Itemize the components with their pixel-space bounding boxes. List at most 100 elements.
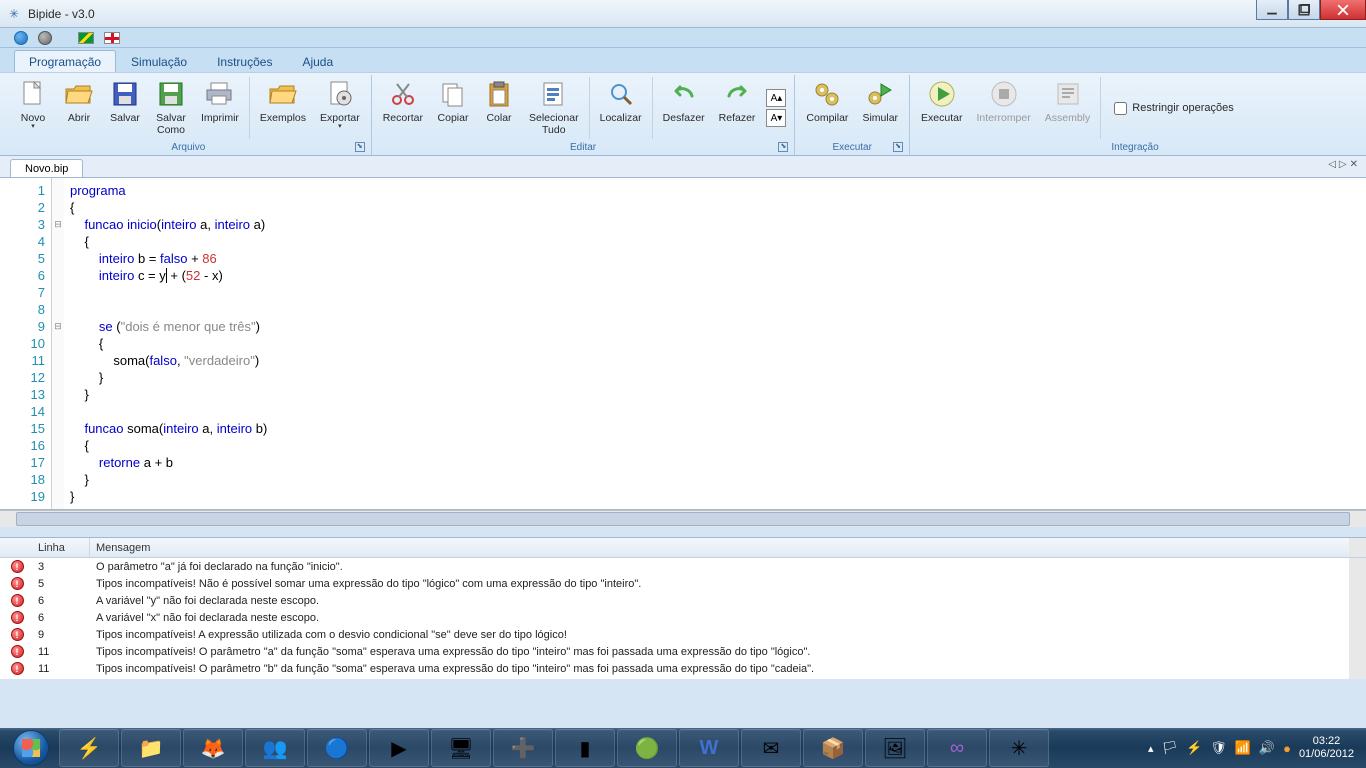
error-icon: ! xyxy=(11,577,24,590)
error-row[interactable]: !3O parâmetro "a" já foi declarado na fu… xyxy=(0,558,1349,575)
editor-hscroll[interactable] xyxy=(0,510,1366,527)
code-editor[interactable]: 12345678910111213141516171819 ⊟⊟ program… xyxy=(0,178,1366,510)
radio-blue-icon[interactable] xyxy=(14,31,28,45)
taskbar-bipide[interactable]: ✳ xyxy=(989,729,1049,767)
taskbar-cmd[interactable]: ▮ xyxy=(555,729,615,767)
ribbon-tab-instruções[interactable]: Instruções xyxy=(202,50,287,72)
taskbar-media[interactable]: ▶ xyxy=(369,729,429,767)
tray-shield-icon[interactable]: 🛡 xyxy=(1210,740,1227,756)
exportar-button[interactable]: Exportar▾ xyxy=(313,75,367,141)
font-increase-button[interactable]: A▴ xyxy=(766,89,786,107)
tab-close-icon[interactable]: ✕ xyxy=(1350,159,1358,170)
ribbon-tab-simulação[interactable]: Simulação xyxy=(116,50,202,72)
error-row[interactable]: !6A variável "y" não foi declarada neste… xyxy=(0,592,1349,609)
taskbar-utorrent[interactable]: 🟢 xyxy=(617,729,677,767)
tab-next-icon[interactable]: ▷ xyxy=(1339,159,1347,170)
error-vscroll-track[interactable] xyxy=(1349,558,1366,679)
tab-prev-icon[interactable]: ◁ xyxy=(1328,159,1336,170)
tray-app-icon[interactable]: ● xyxy=(1283,741,1291,756)
tray-power-icon[interactable]: ⚡ xyxy=(1186,740,1202,756)
selecionar-tudo-button[interactable]: Selecionar Tudo xyxy=(522,75,586,141)
error-row[interactable]: !11Tipos incompatíveis! O parâmetro "a" … xyxy=(0,643,1349,660)
taskbar-firefox[interactable]: 🦊 xyxy=(183,729,243,767)
generic-app-icon: 📦 xyxy=(821,736,846,761)
close-button[interactable] xyxy=(1320,0,1366,20)
chrome-icon: 🔵 xyxy=(325,736,350,761)
ribbon-tab-programação[interactable]: Programação xyxy=(14,50,116,72)
taskbar-vs[interactable]: ∞ xyxy=(927,729,987,767)
tray-flag-icon[interactable]: 🏳 xyxy=(1161,740,1178,756)
novo-button[interactable]: Novo▾ xyxy=(10,75,56,141)
taskbar-app-7[interactable]: 🖥 xyxy=(431,729,491,767)
firefox-icon: 🦊 xyxy=(201,736,226,761)
font-decrease-button[interactable]: A▾ xyxy=(766,109,786,127)
col-mensagem[interactable]: Mensagem xyxy=(90,538,1349,557)
executar-button[interactable]: Executar xyxy=(914,75,969,141)
refazer-button[interactable]: Refazer xyxy=(712,75,763,141)
interromper-button[interactable]: Interromper xyxy=(969,75,1037,141)
stop-icon xyxy=(988,78,1020,110)
tray-expand-icon[interactable]: ▴ xyxy=(1148,742,1154,755)
flag-uk-icon[interactable] xyxy=(104,32,120,44)
error-icon: ! xyxy=(11,560,24,573)
desfazer-button[interactable]: Desfazer xyxy=(656,75,712,141)
taskbar-app-13[interactable]: 📦 xyxy=(803,729,863,767)
taskbar-app-8[interactable]: ➕ xyxy=(493,729,553,767)
simular-button[interactable]: Simular xyxy=(855,75,905,141)
error-row[interactable]: !11Tipos incompatíveis! O parâmetro "b" … xyxy=(0,660,1349,677)
group-editar: Recortar Copiar Colar Selecionar Tudo Lo… xyxy=(372,75,796,155)
minimize-button[interactable] xyxy=(1256,0,1288,20)
colar-button[interactable]: Colar xyxy=(476,75,522,141)
group-arquivo: Novo▾ Abrir Salvar Salvar Como Imprimir … xyxy=(6,75,372,155)
code-area[interactable]: programa{ funcao inicio(inteiro a, intei… xyxy=(64,178,1366,509)
folder-icon xyxy=(267,78,299,110)
paste-icon xyxy=(483,78,515,110)
visualstudio-icon: ∞ xyxy=(950,737,964,760)
tray-network-icon[interactable]: 📶 xyxy=(1235,740,1251,756)
flag-br-icon[interactable] xyxy=(78,32,94,44)
radio-grey-icon[interactable] xyxy=(38,31,52,45)
gears-icon xyxy=(811,78,843,110)
tray-volume-icon[interactable]: 🔊 xyxy=(1259,740,1275,756)
salvar-button[interactable]: Salvar xyxy=(102,75,148,141)
thunderbird-icon: ✉ xyxy=(763,736,780,761)
undo-icon xyxy=(668,78,700,110)
cut-icon xyxy=(387,78,419,110)
maximize-button[interactable] xyxy=(1288,0,1320,20)
error-row[interactable]: !6A variável "x" não foi declarada neste… xyxy=(0,609,1349,626)
recortar-button[interactable]: Recortar xyxy=(376,75,430,141)
compilar-button[interactable]: Compilar xyxy=(799,75,855,141)
taskbar-chrome[interactable]: 🔵 xyxy=(307,729,367,767)
taskbar-app-14[interactable]: 🖼 xyxy=(865,729,925,767)
ribbon-tab-ajuda[interactable]: Ajuda xyxy=(287,50,348,72)
abrir-button[interactable]: Abrir xyxy=(56,75,102,141)
system-tray[interactable]: ▴ 🏳 ⚡ 🛡 📶 🔊 ● 03:22 01/06/2012 xyxy=(1148,735,1362,761)
file-tab[interactable]: Novo.bip xyxy=(10,159,83,177)
taskbar-app-1[interactable]: ⚡ xyxy=(59,729,119,767)
executar-dialog-icon[interactable]: ⬊ xyxy=(893,142,903,152)
copiar-button[interactable]: Copiar xyxy=(430,75,476,141)
assembly-button[interactable]: Assembly xyxy=(1038,75,1098,141)
restringir-checkbox[interactable]: Restringir operações xyxy=(1104,75,1244,141)
start-button[interactable] xyxy=(4,728,58,768)
editar-dialog-icon[interactable]: ⬊ xyxy=(778,142,788,152)
taskbar-explorer[interactable]: 📁 xyxy=(121,729,181,767)
error-vscroll[interactable] xyxy=(1349,538,1366,557)
arquivo-dialog-icon[interactable]: ⬊ xyxy=(355,142,365,152)
fold-column[interactable]: ⊟⊟ xyxy=(52,178,64,509)
taskbar-thunderbird[interactable]: ✉ xyxy=(741,729,801,767)
tray-clock[interactable]: 03:22 01/06/2012 xyxy=(1299,735,1354,761)
salvar-como-button[interactable]: Salvar Como xyxy=(148,75,194,141)
error-list[interactable]: !3O parâmetro "a" já foi declarado na fu… xyxy=(0,558,1349,679)
taskbar-msn[interactable]: 👥 xyxy=(245,729,305,767)
ribbon: Novo▾ Abrir Salvar Salvar Como Imprimir … xyxy=(0,72,1366,156)
windows-orb-icon xyxy=(13,730,49,766)
error-row[interactable]: !9Tipos incompatíveis! A expressão utili… xyxy=(0,626,1349,643)
exemplos-button[interactable]: Exemplos xyxy=(253,75,313,141)
bipide-icon: ✳ xyxy=(1011,736,1028,761)
taskbar-word[interactable]: W xyxy=(679,729,739,767)
error-row[interactable]: !5Tipos incompatíveis! Não é possível so… xyxy=(0,575,1349,592)
localizar-button[interactable]: Localizar xyxy=(593,75,649,141)
imprimir-button[interactable]: Imprimir xyxy=(194,75,246,141)
col-linha[interactable]: Linha xyxy=(34,538,90,557)
